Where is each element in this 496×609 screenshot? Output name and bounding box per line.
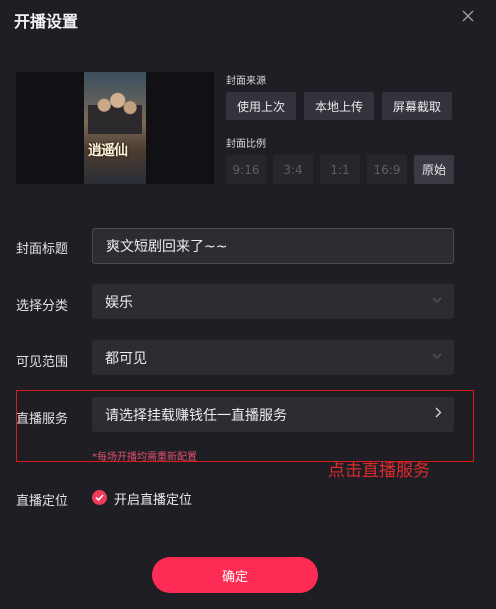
dialog-title: 开播设置 [14, 12, 79, 31]
category-value: 娱乐 [105, 294, 133, 311]
check-icon [95, 494, 104, 502]
poster-title: 逍遥仙 [88, 143, 128, 159]
poster-figures [88, 86, 142, 134]
cover-poster-image: 逍遥仙 [84, 72, 146, 184]
chevron-right-icon [435, 407, 442, 418]
ratio-16-9-button[interactable]: 16:9 [367, 155, 407, 184]
cover-title-input[interactable]: 爽文短剧回来了~~ [92, 228, 454, 264]
category-select[interactable]: 娱乐 [92, 284, 454, 319]
cover-title-value: 爽文短剧回来了~~ [106, 239, 228, 255]
visibility-label: 可见范围 [16, 355, 69, 370]
cover-ratio-label: 封面比例 [226, 139, 266, 150]
cover-preview[interactable]: 逍遥仙 [16, 72, 214, 184]
chevron-down-icon [432, 297, 442, 303]
cover-title-label: 封面标题 [16, 242, 69, 257]
confirm-button[interactable]: 确定 [152, 557, 318, 593]
live-service-select[interactable]: 请选择挂载赚钱任一直播服务 [92, 397, 454, 432]
live-location-label: 直播定位 [16, 494, 69, 509]
location-checkbox[interactable] [92, 490, 107, 505]
visibility-select[interactable]: 都可见 [92, 340, 454, 375]
chevron-down-icon [432, 353, 442, 359]
ratio-original-button[interactable]: 原始 [414, 155, 454, 184]
category-label: 选择分类 [16, 299, 69, 314]
ratio-9-16-button[interactable]: 9:16 [226, 155, 266, 184]
live-service-hint: *每场开播均需重新配置 [92, 452, 197, 463]
annotation-text: 点击直播服务 [328, 461, 430, 481]
visibility-value: 都可见 [105, 350, 147, 367]
dialog-header: 开播设置 [0, 0, 496, 40]
live-service-placeholder: 请选择挂载赚钱任一直播服务 [105, 407, 287, 424]
screen-capture-button[interactable]: 屏幕截取 [382, 92, 452, 120]
live-service-label: 直播服务 [16, 412, 69, 427]
local-upload-button[interactable]: 本地上传 [304, 92, 374, 120]
ratio-3-4-button[interactable]: 3:4 [273, 155, 313, 184]
ratio-1-1-button[interactable]: 1:1 [320, 155, 360, 184]
cover-source-label: 封面来源 [226, 76, 266, 87]
use-last-cover-button[interactable]: 使用上次 [226, 92, 296, 120]
location-option-label: 开启直播定位 [114, 493, 193, 508]
close-icon[interactable] [460, 8, 476, 24]
